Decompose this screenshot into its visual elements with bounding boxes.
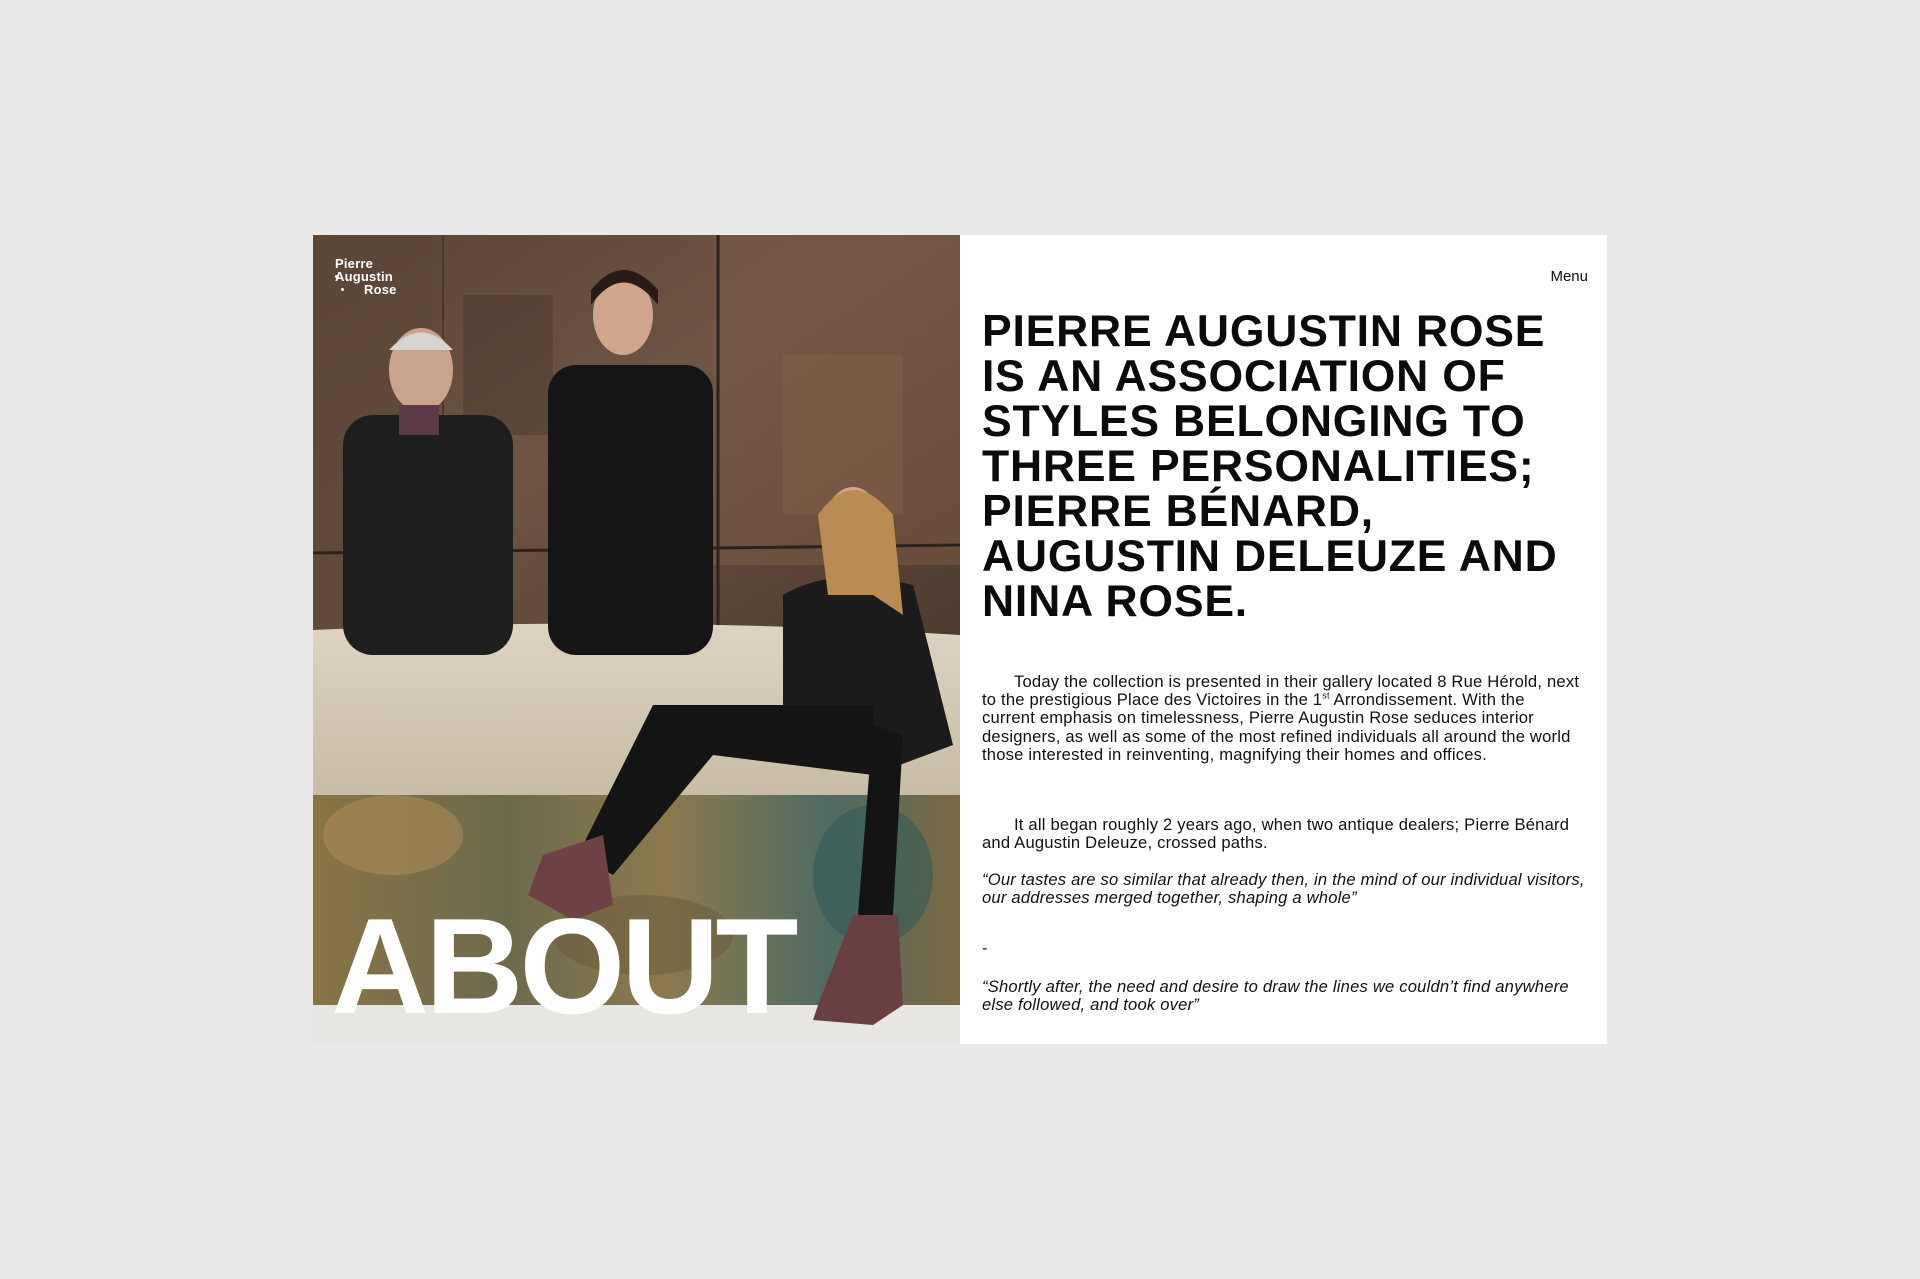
about-page-card: Pierre Augustin Rose ABOUT Menu PIERRE A…	[313, 235, 1607, 1044]
about-overlay-title: ABOUT	[331, 890, 799, 1042]
history-paragraph-text: It all began roughly 2 years ago, when t…	[982, 815, 1570, 853]
quote-separator: -	[982, 940, 988, 957]
founders-quote-2: “Shortly after, the need and desire to d…	[982, 977, 1569, 1015]
founders-quote-1: “Our tastes are so similar that already …	[982, 870, 1585, 908]
logo-line-rose: Rose	[364, 282, 397, 297]
brand-logo[interactable]: Pierre Augustin Rose	[335, 257, 397, 296]
page-headline: PIERRE AUGUSTIN ROSE IS AN ASSOCIATION O…	[982, 307, 1558, 626]
logo-dot	[335, 275, 338, 278]
history-paragraph: It all began roughly 2 years ago, when t…	[982, 815, 1582, 853]
logo-dot	[341, 288, 344, 291]
team-photo: Pierre Augustin Rose ABOUT	[313, 235, 960, 1044]
menu-button[interactable]: Menu	[1550, 268, 1588, 285]
about-text-panel: Menu PIERRE AUGUSTIN ROSE IS AN ASSOCIAT…	[960, 235, 1607, 1044]
gallery-paragraph: Today the collection is presented in the…	[982, 672, 1582, 764]
ordinal-suffix: st	[1322, 690, 1330, 701]
